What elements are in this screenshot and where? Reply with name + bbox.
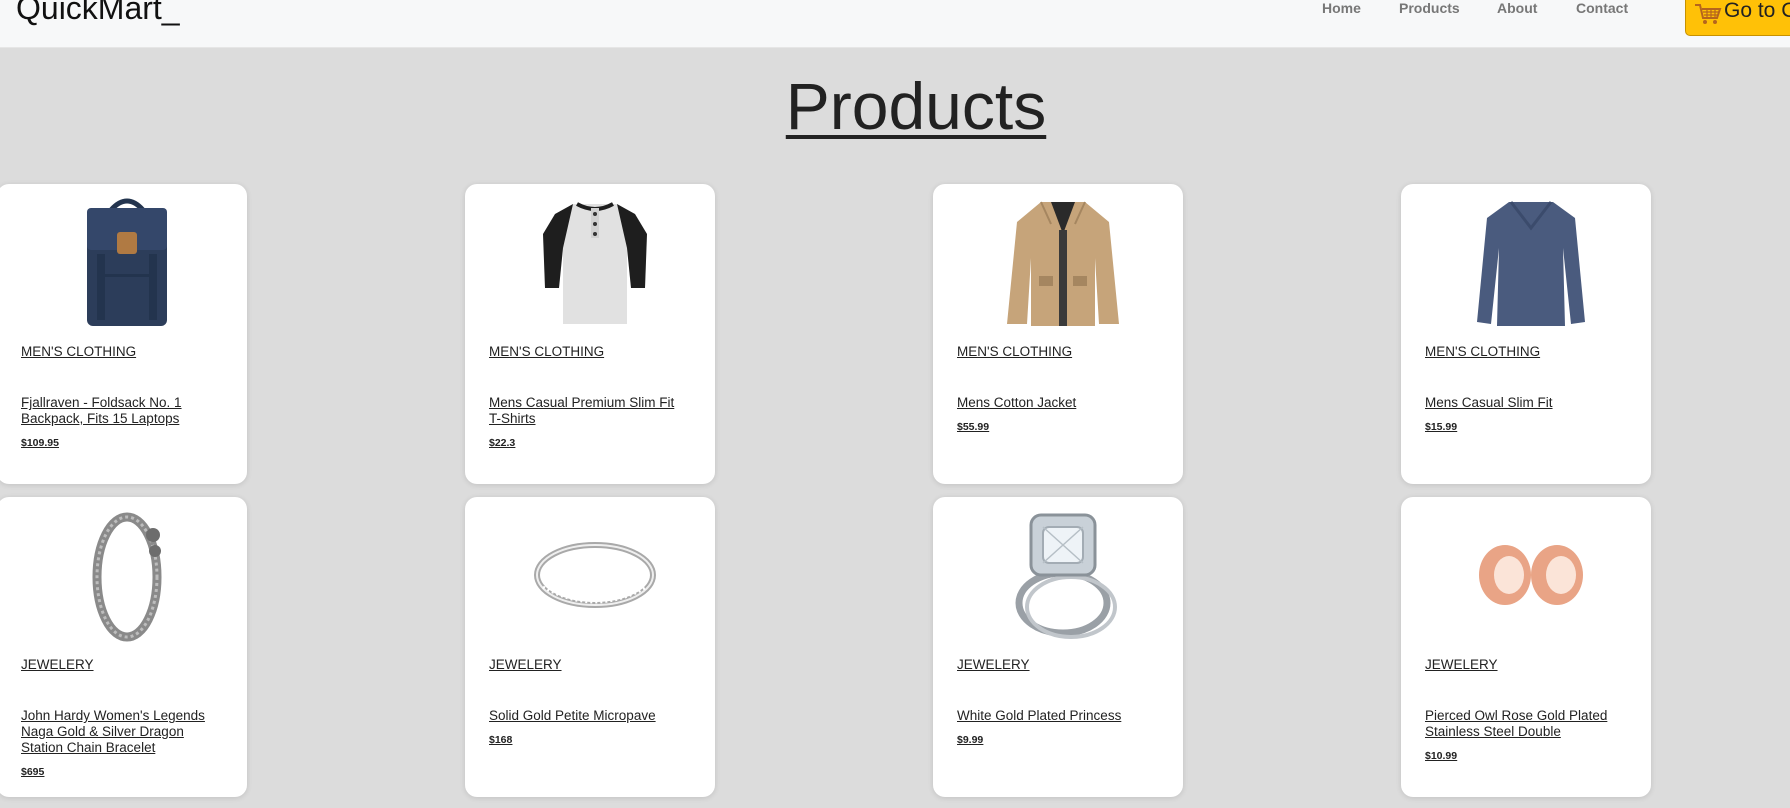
- product-image-henley-shirt[interactable]: [527, 194, 663, 330]
- product-title-block: John Hardy Women's Legends Naga Gold & S…: [21, 708, 221, 780]
- product-category[interactable]: JEWELERY: [957, 657, 1030, 672]
- navbar: QuickMart_ Home Products About Contact G…: [0, 0, 1790, 48]
- product-price: $15.99: [1425, 421, 1458, 433]
- product-image-dragon-bracelet[interactable]: [59, 507, 195, 643]
- product-title-block: Mens Casual Premium Slim Fit T-Shirts $2…: [489, 395, 689, 451]
- product-price: $55.99: [957, 421, 990, 433]
- product-card[interactable]: JEWELERY Solid Gold Petite Micropave $16…: [465, 497, 715, 797]
- product-price: $10.99: [1425, 750, 1458, 762]
- product-price: $168: [489, 734, 513, 746]
- product-image-backpack[interactable]: [59, 194, 195, 330]
- nav-link-contact[interactable]: Contact: [1576, 0, 1628, 16]
- product-card[interactable]: JEWELERY White Gold Plated Princess $9.9…: [933, 497, 1183, 797]
- product-title-block: Mens Casual Slim Fit $15.99: [1425, 395, 1625, 435]
- shopping-cart-icon: [1695, 4, 1722, 24]
- product-price: $9.99: [957, 734, 984, 746]
- page-title: Products: [785, 69, 1047, 143]
- nav-link-products[interactable]: Products: [1399, 0, 1460, 16]
- product-title-block: Fjallraven - Foldsack No. 1 Backpack, Fi…: [21, 395, 221, 451]
- product-title[interactable]: Mens Casual Slim Fit: [1425, 395, 1625, 411]
- product-category[interactable]: MEN'S CLOTHING: [957, 344, 1072, 359]
- product-image-jacket[interactable]: [995, 194, 1131, 330]
- product-title[interactable]: Solid Gold Petite Micropave: [489, 708, 689, 724]
- product-category[interactable]: JEWELERY: [1425, 657, 1498, 672]
- product-card[interactable]: JEWELERY Pierced Owl Rose Gold Plated St…: [1401, 497, 1651, 797]
- product-title[interactable]: John Hardy Women's Legends Naga Gold & S…: [21, 708, 221, 756]
- product-category[interactable]: MEN'S CLOTHING: [21, 344, 136, 359]
- product-image-rose-gold-tunnels[interactable]: [1463, 507, 1599, 643]
- nav-link-home[interactable]: Home: [1322, 0, 1361, 16]
- product-title[interactable]: Pierced Owl Rose Gold Plated Stainless S…: [1425, 708, 1625, 740]
- product-title-block: Mens Cotton Jacket $55.99: [957, 395, 1157, 435]
- product-title-block: Solid Gold Petite Micropave $168: [489, 708, 689, 748]
- product-card[interactable]: MEN'S CLOTHING Mens Casual Premium Slim …: [465, 184, 715, 484]
- product-category[interactable]: JEWELERY: [21, 657, 94, 672]
- product-title[interactable]: Mens Cotton Jacket: [957, 395, 1157, 411]
- product-card[interactable]: MEN'S CLOTHING Mens Cotton Jacket $55.99: [933, 184, 1183, 484]
- brand-logo[interactable]: QuickMart_: [16, 0, 180, 28]
- product-title[interactable]: Fjallraven - Foldsack No. 1 Backpack, Fi…: [21, 395, 221, 427]
- product-title[interactable]: White Gold Plated Princess: [957, 708, 1157, 724]
- product-card[interactable]: JEWELERY John Hardy Women's Legends Naga…: [0, 497, 247, 797]
- product-category[interactable]: JEWELERY: [489, 657, 562, 672]
- product-image-long-sleeve-shirt[interactable]: [1463, 194, 1599, 330]
- product-card[interactable]: MEN'S CLOTHING Mens Casual Slim Fit $15.…: [1401, 184, 1651, 484]
- product-title-block: White Gold Plated Princess $9.99: [957, 708, 1157, 748]
- product-price: $22.3: [489, 437, 516, 449]
- product-image-diamond-ring[interactable]: [995, 507, 1131, 643]
- product-title[interactable]: Mens Casual Premium Slim Fit T-Shirts: [489, 395, 689, 427]
- product-category[interactable]: MEN'S CLOTHING: [1425, 344, 1540, 359]
- product-price: $109.95: [21, 437, 59, 449]
- product-price: $695: [21, 766, 45, 778]
- product-title-block: Pierced Owl Rose Gold Plated Stainless S…: [1425, 708, 1625, 764]
- go-to-cart-button[interactable]: Go to Cart: [1685, 0, 1790, 36]
- nav-link-about[interactable]: About: [1497, 0, 1537, 16]
- product-card[interactable]: MEN'S CLOTHING Fjallraven - Foldsack No.…: [0, 184, 247, 484]
- cart-button-label: Go to Cart: [1724, 0, 1790, 22]
- product-image-silver-ring[interactable]: [527, 507, 663, 643]
- product-category[interactable]: MEN'S CLOTHING: [489, 344, 604, 359]
